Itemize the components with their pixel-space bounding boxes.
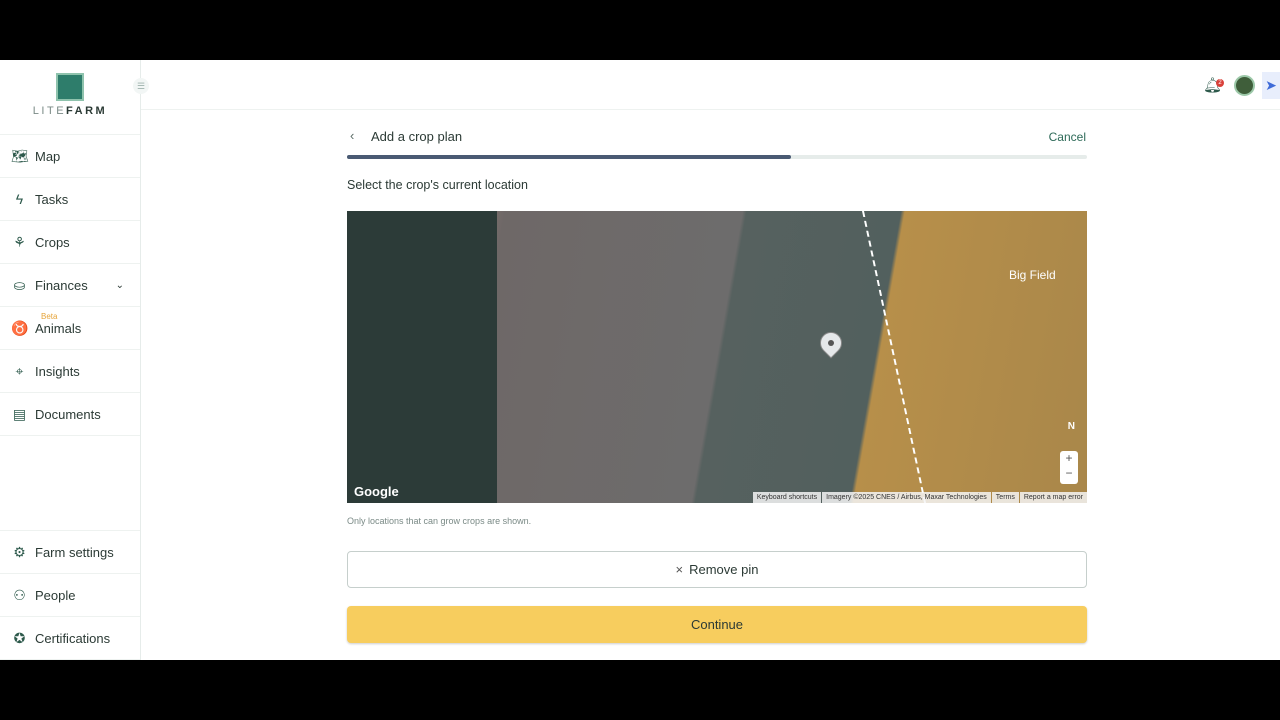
- top-bar: 🔔︎ 2 ➤: [141, 60, 1280, 110]
- logo-icon: [56, 73, 84, 101]
- chevron-down-icon[interactable]: ⌄: [116, 280, 124, 291]
- animals-icon: ♉: [11, 319, 29, 336]
- app: LITEFARM ☰ 🗺 Map ϟ Tasks ⚘ Crops ⛀ Finances ⌄ ♉ An…: [0, 60, 1280, 660]
- sidebar: LITEFARM ☰ 🗺 Map ϟ Tasks ⚘ Crops ⛀ Finances ⌄ ♉ An…: [0, 60, 149, 660]
- notification-count-badge: 2: [1216, 79, 1224, 87]
- documents-icon: ▤: [12, 405, 27, 422]
- sidebar-item-label: Insights: [35, 363, 80, 379]
- sidebar-item-label: Crops: [35, 234, 70, 250]
- logo-text-lite: LITE: [32, 105, 67, 117]
- litefarm-logo[interactable]: LITEFARM: [0, 60, 140, 135]
- sidebar-item-label: Map: [35, 148, 61, 164]
- zoom-out-button[interactable]: −: [1060, 466, 1078, 481]
- sidebar-item-label: Finances: [35, 277, 88, 293]
- field-label: Big Field: [1009, 268, 1056, 282]
- crops-icon: ⚘: [13, 233, 26, 250]
- imagery-credit: Imagery ©2025 CNES / Airbus, Maxar Techn…: [822, 492, 991, 503]
- sidebar-item-label: Farm settings: [35, 544, 114, 560]
- sidebar-item-farm-settings[interactable]: ⚙ Farm settings: [0, 531, 140, 574]
- keyboard-shortcuts-link[interactable]: Keyboard shortcuts: [752, 492, 822, 503]
- sidebar-item-map[interactable]: 🗺 Map: [0, 135, 140, 178]
- terms-link[interactable]: Terms: [991, 492, 1019, 503]
- location-pin-icon[interactable]: [815, 327, 847, 359]
- sidebar-item-insights[interactable]: ⌖ Insights: [0, 350, 140, 393]
- sidebar-item-people[interactable]: ⚇ People: [0, 574, 140, 617]
- cancel-link[interactable]: Cancel: [1049, 130, 1086, 144]
- insights-icon: ⌖: [15, 362, 24, 379]
- progress-bar: [347, 155, 1087, 159]
- back-chevron-icon[interactable]: ‹: [350, 128, 354, 143]
- sidebar-item-label: Certifications: [35, 630, 111, 646]
- north-arrow-icon: N: [1067, 421, 1075, 432]
- location-prompt: Select the crop's current location: [347, 178, 528, 192]
- sidebar-item-tasks[interactable]: ϟ Tasks: [0, 178, 140, 221]
- sidebar-item-label: People: [35, 587, 76, 603]
- map-icon: 🗺: [11, 147, 29, 164]
- continue-button[interactable]: Continue: [347, 606, 1087, 643]
- tree-area: [347, 211, 497, 503]
- avatar[interactable]: [1234, 75, 1255, 96]
- zoom-in-button[interactable]: +: [1060, 451, 1078, 466]
- certifications-icon: ✪: [13, 629, 26, 646]
- people-icon: ⚇: [13, 586, 26, 603]
- sidebar-item-documents[interactable]: ▤ Documents: [0, 393, 140, 436]
- sidebar-item-animals[interactable]: ♉ Animals Beta: [0, 307, 140, 350]
- progress-fill: [347, 155, 791, 159]
- page-title: Add a crop plan: [371, 129, 463, 144]
- sidebar-item-label: Tasks: [35, 191, 69, 207]
- tasks-icon: ϟ: [15, 191, 24, 207]
- sidebar-item-finances[interactable]: ⛀ Finances ⌄: [0, 264, 140, 307]
- beta-badge: Beta: [41, 312, 58, 321]
- map-hint: Only locations that can grow crops are s…: [347, 516, 532, 526]
- report-error-link[interactable]: Report a map error: [1019, 492, 1087, 503]
- sidebar-item-label: Documents: [35, 406, 101, 422]
- map[interactable]: Big Field Google N + − Keyboard shortcut…: [347, 211, 1087, 503]
- remove-pin-button[interactable]: × Remove pin: [347, 551, 1087, 588]
- sidebar-item-label: Animals: [35, 320, 82, 336]
- sidebar-item-crops[interactable]: ⚘ Crops: [0, 221, 140, 264]
- sidebar-item-certifications[interactable]: ✪ Certifications: [0, 617, 140, 660]
- farm-settings-icon: ⚙: [13, 543, 26, 560]
- map-attribution: Keyboard shortcuts Imagery ©2025 CNES / …: [752, 492, 1087, 503]
- field-boundary: [862, 211, 927, 503]
- finances-icon: ⛀: [13, 276, 26, 293]
- close-icon: ×: [675, 562, 684, 577]
- google-logo: Google: [354, 484, 399, 499]
- map-zoom-control: + −: [1060, 451, 1078, 484]
- send-icon[interactable]: ➤: [1262, 72, 1280, 99]
- logo-text-farm: FARM: [66, 105, 108, 117]
- remove-pin-label: Remove pin: [689, 562, 759, 577]
